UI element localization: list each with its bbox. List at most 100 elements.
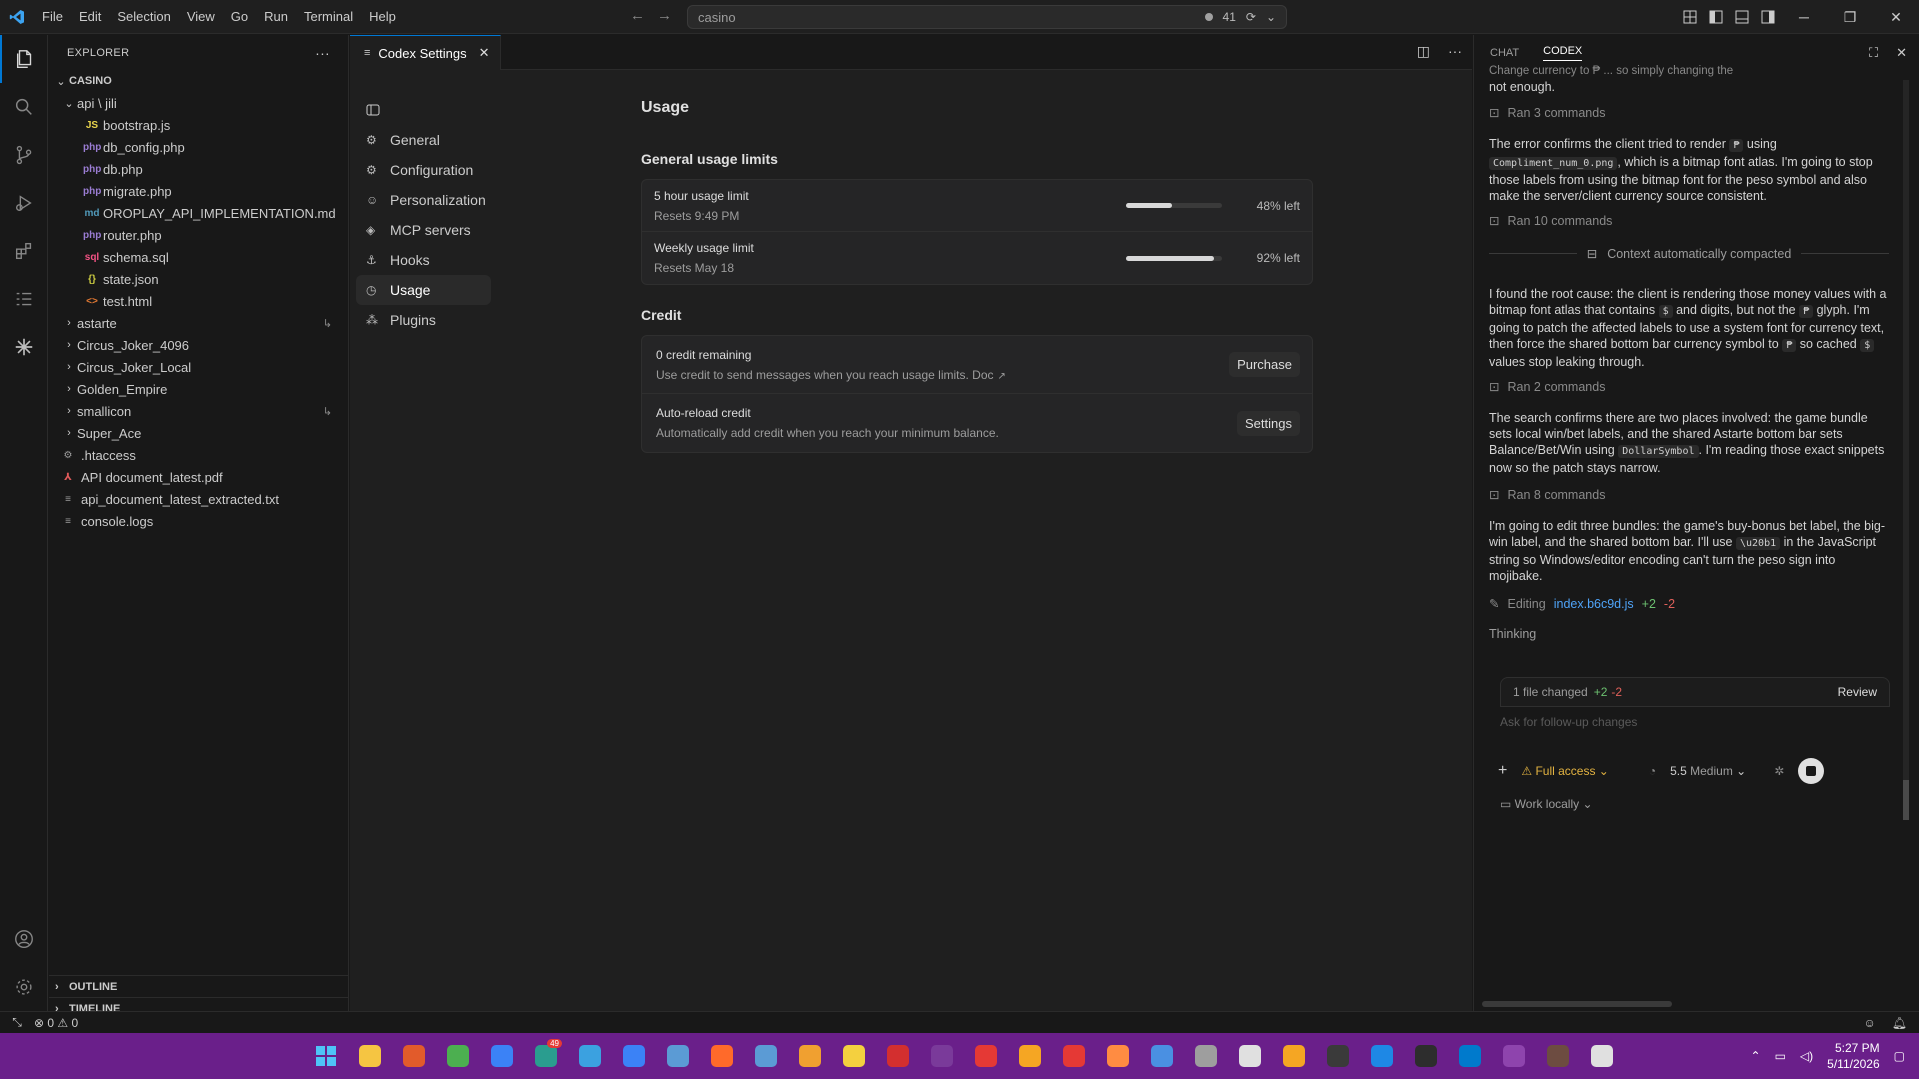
menu-edit[interactable]: Edit <box>71 0 109 34</box>
menu-go[interactable]: Go <box>223 0 256 34</box>
explorer-icon[interactable] <box>0 35 48 83</box>
add-context-icon[interactable]: + <box>1498 762 1507 780</box>
file-item[interactable]: sql schema.sql <box>49 246 348 268</box>
nav-mcp-servers[interactable]: ◈ MCP servers <box>356 215 491 245</box>
folder-item[interactable]: › Golden_Empire <box>49 378 348 400</box>
taskbar-app-icon[interactable] <box>352 1041 388 1071</box>
file-item[interactable]: <> test.html <box>49 290 348 312</box>
folder-api-jili[interactable]: ⌄ api \ jili <box>49 92 348 114</box>
close-window-icon[interactable]: ✕ <box>1873 0 1919 34</box>
chevron-down-icon[interactable]: ⌄ <box>1266 10 1276 24</box>
folder-item[interactable]: › astarte ↳ <box>49 312 348 334</box>
start-menu-icon[interactable] <box>308 1041 344 1071</box>
taskbar-app-icon[interactable] <box>1100 1041 1136 1071</box>
back-arrow-icon[interactable]: ← <box>630 7 645 24</box>
taskbar-app-icon[interactable] <box>616 1041 652 1071</box>
folder-item[interactable]: › Super_Ace <box>49 422 348 444</box>
taskbar-app-icon[interactable]: 49 <box>528 1039 564 1071</box>
editing-file-link[interactable]: index.b6c9d.js <box>1554 597 1634 611</box>
run-debug-icon[interactable] <box>0 179 48 227</box>
taskbar-app-icon[interactable] <box>484 1041 520 1071</box>
file-item[interactable]: php router.php <box>49 224 348 246</box>
command-center-search[interactable]: casino 41 ⟳ ⌄ <box>687 5 1287 29</box>
folder-item[interactable]: › Circus_Joker_4096 <box>49 334 348 356</box>
taskbar-app-icon[interactable] <box>792 1041 828 1071</box>
taskbar-app-icon[interactable] <box>1320 1041 1356 1071</box>
remote-icon[interactable]: ⤡ <box>0 1015 34 1030</box>
maximize-icon[interactable]: ⛶ <box>1869 45 1878 61</box>
taskbar-app-icon[interactable] <box>836 1041 872 1071</box>
close-tab-icon[interactable]: ✕ <box>479 45 490 61</box>
testing-icon[interactable] <box>0 275 48 323</box>
taskbar-app-icon[interactable] <box>924 1041 960 1071</box>
menu-selection[interactable]: Selection <box>109 0 178 34</box>
toggle-primary-sidebar-icon[interactable] <box>1703 0 1729 34</box>
split-editor-icon[interactable]: ◫ <box>1417 43 1430 60</box>
taskbar-app-icon[interactable] <box>396 1041 432 1071</box>
menu-help[interactable]: Help <box>361 0 404 34</box>
customize-layout-icon[interactable] <box>1677 0 1703 34</box>
ran-commands-3[interactable]: ⊡ Ran 2 commands <box>1489 379 1605 395</box>
close-panel-icon[interactable]: ✕ <box>1896 45 1907 61</box>
sync-icon[interactable]: ⟳ <box>1246 10 1256 24</box>
nav-configuration[interactable]: ⚙ Configuration <box>356 155 491 185</box>
account-icon[interactable] <box>0 915 48 963</box>
restore-icon[interactable]: ❐ <box>1827 0 1873 34</box>
folder-item[interactable]: › Circus_Joker_Local <box>49 356 348 378</box>
nav-usage[interactable]: ◷ Usage <box>356 275 491 305</box>
problems-indicator[interactable]: ⊗ 0 ⚠ 0 <box>34 1016 78 1030</box>
file-item[interactable]: ≡ api_document_latest_extracted.txt <box>49 488 348 510</box>
notification-icon[interactable]: ▢ <box>1894 1049 1905 1063</box>
ran-commands-4[interactable]: ⊡ Ran 8 commands <box>1489 487 1605 503</box>
search-icon[interactable] <box>0 83 48 131</box>
sparkle-icon[interactable]: ✲ <box>1774 764 1784 778</box>
workspace-root[interactable]: ⌄ CASINO <box>49 70 348 92</box>
forward-arrow-icon[interactable]: → <box>657 7 672 24</box>
bell-icon[interactable]: 🔔︎ <box>1892 1016 1907 1030</box>
volume-icon[interactable]: ◁) <box>1800 1049 1813 1063</box>
taskbar-app-icon[interactable] <box>1056 1041 1092 1071</box>
taskbar-app-icon[interactable] <box>440 1041 476 1071</box>
taskbar-app-icon[interactable] <box>1364 1041 1400 1071</box>
tray-chevron-icon[interactable]: ⌃ <box>1751 1049 1761 1063</box>
folder-item[interactable]: › smallicon ↳ <box>49 400 348 422</box>
copilot-icon[interactable]: ☺ <box>1864 1016 1876 1030</box>
nav-general[interactable]: ⚙ General <box>356 125 491 155</box>
file-item[interactable]: php db_config.php <box>49 136 348 158</box>
toggle-sidebar-icon[interactable] <box>356 95 496 125</box>
taskbar-app-icon[interactable] <box>1276 1041 1312 1071</box>
external-link-icon[interactable]: ↗ <box>998 371 1006 382</box>
followup-input[interactable]: Ask for follow-up changes <box>1500 707 1890 737</box>
scrollbar-thumb[interactable] <box>1903 780 1909 820</box>
outline-section[interactable]: › OUTLINE <box>49 975 349 997</box>
taskbar-app-icon[interactable] <box>1232 1041 1268 1071</box>
taskbar-app-icon[interactable] <box>1144 1041 1180 1071</box>
ran-commands-2[interactable]: ⊡ Ran 10 commands <box>1489 213 1612 229</box>
taskbar-app-icon[interactable] <box>660 1041 696 1071</box>
source-control-icon[interactable] <box>0 131 48 179</box>
file-item[interactable]: php db.php <box>49 158 348 180</box>
file-item[interactable]: ⅄ API document_latest.pdf <box>49 466 348 488</box>
file-item[interactable]: ⚙ .htaccess <box>49 444 348 466</box>
taskbar-app-icon[interactable] <box>1188 1041 1224 1071</box>
menu-file[interactable]: File <box>34 0 71 34</box>
network-icon[interactable]: ▭ <box>1775 1049 1786 1063</box>
file-item[interactable]: php migrate.php <box>49 180 348 202</box>
taskbar-app-icon[interactable] <box>1584 1041 1620 1071</box>
manage-gear-icon[interactable] <box>0 963 48 1011</box>
model-selector[interactable]: 5.5 Medium ⌄ <box>1670 764 1746 778</box>
taskbar-app-icon[interactable] <box>1496 1041 1532 1071</box>
toggle-panel-icon[interactable] <box>1729 0 1755 34</box>
codex-icon[interactable] <box>0 323 48 371</box>
taskbar-app-icon[interactable] <box>748 1041 784 1071</box>
vertical-scrollbar[interactable] <box>1903 80 1909 820</box>
nav-personalization[interactable]: ☺ Personalization <box>356 185 491 215</box>
file-item[interactable]: JS bootstrap.js <box>49 114 348 136</box>
more-actions-icon[interactable]: ··· <box>1448 43 1462 60</box>
review-button[interactable]: Review <box>1838 685 1877 699</box>
access-selector[interactable]: ⚠ Full access ⌄ <box>1521 764 1609 778</box>
ran-commands-1[interactable]: ⊡ Ran 3 commands <box>1489 105 1605 121</box>
tab-codex-settings[interactable]: ≡ Codex Settings ✕ <box>350 35 501 70</box>
work-mode-selector[interactable]: ▭ Work locally ⌄ <box>1500 797 1593 811</box>
tab-chat[interactable]: CHAT <box>1490 47 1519 59</box>
